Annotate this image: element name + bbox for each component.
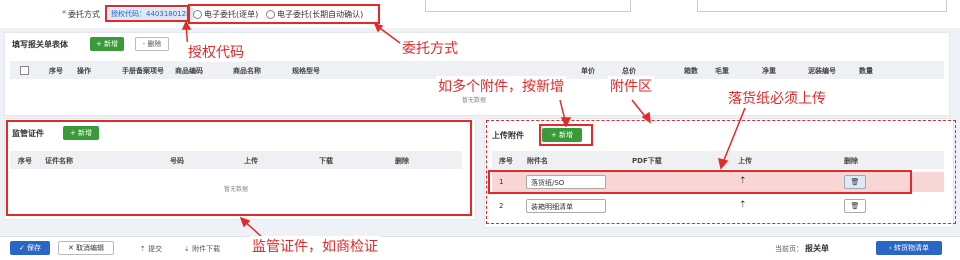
annotation-so-required: 落货纸必须上传 <box>726 88 828 108</box>
transfer-button[interactable]: ‹ 转货物清单 <box>876 241 942 255</box>
transfer-label: 转货物清单 <box>894 244 930 252</box>
submit-button[interactable]: ⇡ 提交 <box>140 244 162 254</box>
bottom-action-bar: ✓ 保存 ✕ 取消编辑 ⇡ 提交 ⇣ 附件下载 当前页： 报关单 ‹ 转货物清单 <box>0 236 960 260</box>
annotation-auth-code: 授权代码 <box>186 42 246 62</box>
submit-label: 提交 <box>148 245 163 253</box>
annotation-arrows <box>181 20 746 239</box>
cancel-label: 取消编辑 <box>76 244 105 252</box>
download-icon: ⇣ <box>184 245 193 253</box>
annotation-supervision: 监管证件，如商检证 <box>250 236 380 256</box>
cancel-edit-button[interactable]: ✕ 取消编辑 <box>58 241 114 255</box>
check-icon: ✓ <box>18 244 28 252</box>
save-button[interactable]: ✓ 保存 <box>10 241 50 255</box>
annotation-delegation: 委托方式 <box>400 38 460 58</box>
attachment-download-button[interactable]: ⇣ 附件下载 <box>184 244 220 254</box>
annotation-attach-area: 附件区 <box>608 76 654 96</box>
current-page-label: 当前页： <box>775 245 803 253</box>
close-icon: ✕ <box>67 244 77 252</box>
save-label: 保存 <box>27 244 42 252</box>
download-label: 附件下载 <box>192 245 221 253</box>
current-page-value: 报关单 <box>805 244 829 253</box>
annotation-add-more: 如多个附件，按新增 <box>436 76 566 96</box>
upload-icon: ⇡ <box>140 245 149 253</box>
